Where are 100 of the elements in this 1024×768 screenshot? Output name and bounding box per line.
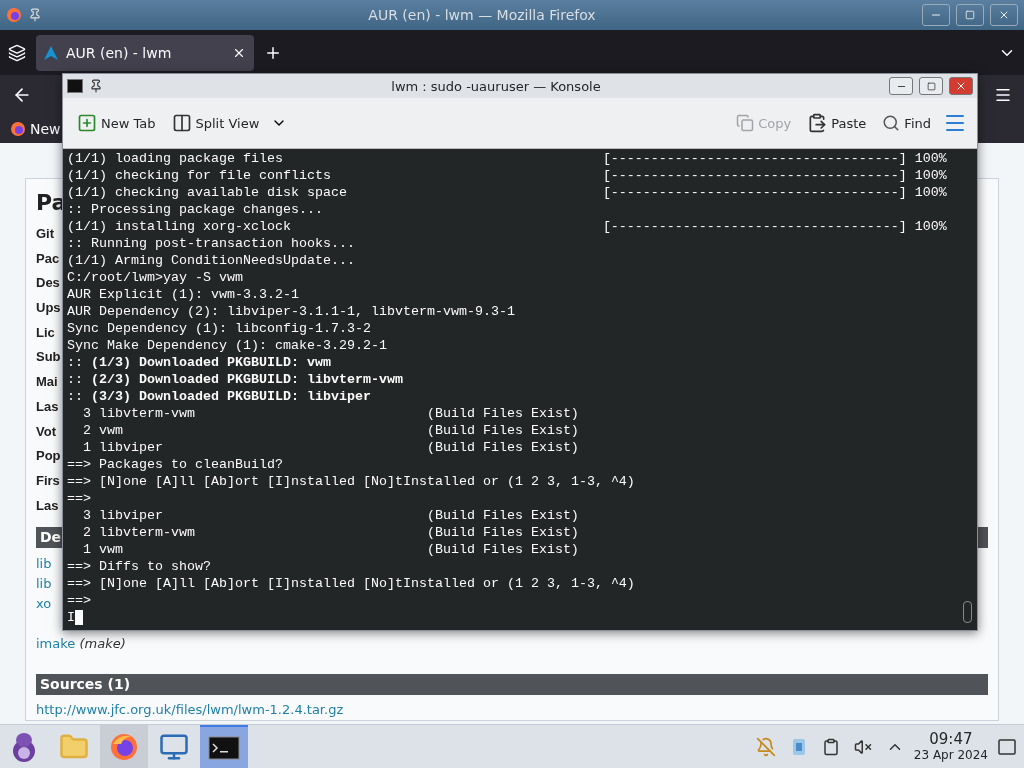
terminal-line: 2 vwm xyxy=(82,422,124,439)
firefox-icon xyxy=(109,731,139,762)
search-icon xyxy=(882,114,901,132)
terminal-line: 3 libviper xyxy=(82,507,164,524)
field-label: Des xyxy=(36,275,60,291)
terminal-text: 100% xyxy=(913,167,947,184)
field-label: Las xyxy=(36,398,59,414)
close-icon xyxy=(955,80,967,92)
field-label: Firs xyxy=(36,472,60,488)
scrollbar-thumb[interactable] xyxy=(962,601,972,623)
field-label: Pac xyxy=(36,250,60,266)
terminal-line: ==> xyxy=(67,490,91,507)
maximize-button[interactable] xyxy=(919,77,943,95)
terminal-line: :: (2/3) Downloaded PKGBUILD: libvterm-vwm xyxy=(67,371,403,388)
field-label: Lic xyxy=(36,324,55,340)
terminal-line: (1/1) loading package files xyxy=(67,150,284,167)
terminal-line: ==> Packages to cleanBuild? xyxy=(67,456,283,473)
maximize-icon xyxy=(965,10,975,20)
terminal-line: Sync Dependency (1): libconfig-1.7.3-2 xyxy=(67,320,371,337)
new-tab-icon xyxy=(77,113,97,133)
terminal-icon xyxy=(208,735,240,760)
progress-bar-text: [------------------------------------] xyxy=(602,167,907,184)
terminal-line: 2 libvterm-vwm xyxy=(82,524,196,541)
progress-bar-text: [------------------------------------] xyxy=(602,184,907,201)
firefox-icon xyxy=(10,121,26,137)
field-label: Vot xyxy=(36,423,56,439)
volume-muted-icon[interactable] xyxy=(853,737,872,756)
source-link[interactable]: http://www.jfc.org.uk/files/lwm/lwm-1.2.4.tar.gz xyxy=(36,702,344,718)
terminal-line: 1 vwm xyxy=(82,541,124,558)
close-icon xyxy=(998,9,1010,21)
dependency-note: (make) xyxy=(79,636,126,652)
terminal-line: :: (3/3) Downloaded PKGBUILD: libviper xyxy=(67,388,371,405)
field-label: Git xyxy=(36,226,55,241)
terminal-line: :: Running post-transaction hooks... xyxy=(67,235,355,252)
terminal-text: (Build Files Exist) xyxy=(426,524,579,541)
close-button[interactable] xyxy=(949,77,973,95)
browser-tab[interactable]: AUR (en) - lwm xyxy=(36,34,254,71)
bookmark-link[interactable]: New xyxy=(30,121,61,137)
dependency-link[interactable]: imake xyxy=(36,636,76,652)
terminal-line: ==> [N]one [A]ll [Ab]ort [I]nstalled [No]tInstalled or (1 2 3, 1-3, ^4) xyxy=(67,575,635,592)
show-desktop-icon[interactable] xyxy=(998,738,1016,755)
field-label: Pop xyxy=(36,448,61,464)
copy-icon xyxy=(736,114,755,132)
field-label: Las xyxy=(36,497,59,513)
minimize-button[interactable] xyxy=(889,77,913,95)
toolbar-button[interactable]: New Tab xyxy=(73,109,160,137)
maximize-icon xyxy=(926,81,936,91)
terminal-line: (1/1) checking available disk space xyxy=(67,184,348,201)
tab-list-icon[interactable] xyxy=(8,43,26,62)
progress-bar-text: [------------------------------------] xyxy=(602,218,907,235)
terminal-text: (Build Files Exist) xyxy=(426,507,579,524)
terminal-text: (Build Files Exist) xyxy=(426,541,579,558)
terminal-line: :: (1/3) Downloaded PKGBUILD: vwm xyxy=(67,354,331,371)
paste-icon xyxy=(807,113,828,133)
terminal-line: :: Processing package changes... xyxy=(67,201,323,218)
terminal-line: AUR Explicit (1): vwm-3.3.2-1 xyxy=(67,286,299,303)
taskbar-item[interactable] xyxy=(100,725,148,768)
menu-icon[interactable] xyxy=(994,86,1012,104)
cursor xyxy=(75,610,83,625)
firefox-icon xyxy=(6,7,22,23)
terminal-line: C:/root/lwm>yay -S vwm xyxy=(67,269,243,286)
toolbar-button[interactable]: Find xyxy=(878,110,935,136)
taskbar-item[interactable] xyxy=(200,725,248,768)
progress-bar-text: [------------------------------------] xyxy=(602,150,907,167)
terminal-line: (1/1) installing xorg-xclock xyxy=(67,218,292,235)
terminal-line: (1/1) checking for file conflicts xyxy=(67,167,332,184)
terminal-text: 100% xyxy=(913,150,947,167)
terminal-line: ==> [N]one [A]ll [Ab]ort [I]nstalled [No]tInstalled or (1 2 3, 1-3, ^4) xyxy=(67,473,635,490)
terminal-line: (1/1) Arming ConditionNeedsUpdate... xyxy=(67,252,355,269)
typed-text: I xyxy=(67,609,75,626)
dependency-link[interactable]: lib xyxy=(36,576,52,592)
terminal-line: ==> Diffs to show? xyxy=(67,558,211,575)
window-title: lwm : sudo -uauruser — Konsole xyxy=(390,78,602,94)
terminal-line: ==> xyxy=(67,592,91,609)
toolbar-button[interactable]: Paste xyxy=(803,109,871,137)
clock[interactable]: 09:47 23 Apr 2024 xyxy=(913,731,988,762)
terminal-line: Sync Make Dependency (1): cmake-3.29.2-1 xyxy=(67,337,387,354)
pin-icon xyxy=(89,79,103,93)
terminal-text: (Build Files Exist) xyxy=(426,439,579,456)
terminal-text: 100% xyxy=(913,184,947,201)
terminal-text: 100% xyxy=(913,218,947,235)
section-header: Sources (1) xyxy=(36,674,988,696)
terminal-line: AUR Dependency (2): libviper-3.1.1-1, libvterm-vwm-9.3-1 xyxy=(67,303,515,320)
dependency-link[interactable]: xo xyxy=(36,596,52,612)
clipboard-icon[interactable] xyxy=(821,737,840,756)
terminal-text: (Build Files Exist) xyxy=(426,405,579,422)
field-label: Mai xyxy=(36,374,58,390)
terminal-icon xyxy=(67,79,83,93)
terminal-text: (Build Files Exist) xyxy=(426,422,579,439)
field-label: Ups xyxy=(36,300,61,316)
dependency-link[interactable]: lib xyxy=(36,556,52,572)
terminal-line: 1 libviper xyxy=(82,439,164,456)
arch-logo-icon xyxy=(44,45,58,60)
maximize-button[interactable] xyxy=(956,4,984,26)
pin-icon xyxy=(28,8,42,22)
split-view-icon xyxy=(171,113,192,133)
toolbar-button[interactable]: Split View xyxy=(167,109,264,137)
window-title: AUR (en) - lwm — Mozilla Firefox xyxy=(367,7,597,23)
field-label: Sub xyxy=(36,349,61,365)
terminal-line: 3 libvterm-vwm xyxy=(82,405,196,422)
